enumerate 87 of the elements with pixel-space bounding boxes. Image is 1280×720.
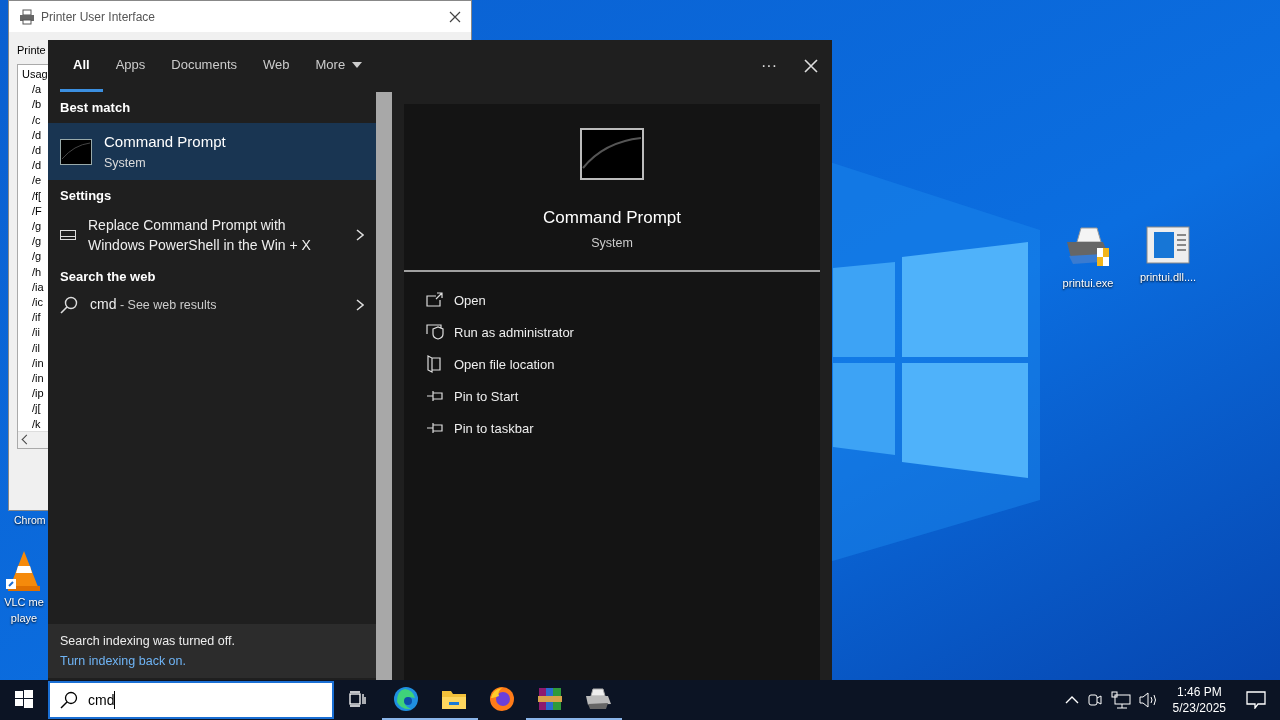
field-label: Printe bbox=[17, 44, 46, 56]
option-text: /F bbox=[32, 203, 42, 219]
option-text: /ii bbox=[32, 325, 40, 341]
app-title: Command Prompt bbox=[543, 208, 681, 228]
shield-icon bbox=[426, 324, 444, 340]
open-window-icon bbox=[426, 292, 444, 308]
scrollbar[interactable] bbox=[376, 92, 392, 680]
section-heading: Settings bbox=[59, 187, 113, 205]
option-text: /g bbox=[32, 249, 42, 265]
option-text: /if bbox=[32, 310, 41, 326]
option-text: /e bbox=[32, 173, 42, 189]
pin-icon bbox=[426, 390, 444, 402]
tab[interactable]: Web bbox=[250, 40, 303, 92]
document-icon bbox=[426, 355, 444, 373]
terminal-icon bbox=[580, 128, 644, 180]
icon-label: Chrom bbox=[14, 513, 46, 527]
option-text: /ip bbox=[32, 386, 44, 402]
action-item[interactable]: Open bbox=[426, 286, 486, 314]
speaker-icon[interactable] bbox=[1138, 692, 1159, 708]
indexing-link[interactable]: Turn indexing back on. bbox=[60, 654, 186, 668]
network-icon[interactable] bbox=[1110, 691, 1131, 709]
result-item[interactable]: Command Prompt System bbox=[48, 123, 376, 180]
notification-icon[interactable] bbox=[1246, 691, 1266, 709]
task-view-icon bbox=[349, 691, 367, 707]
swirl-logo-icon bbox=[393, 686, 419, 712]
close-icon[interactable] bbox=[449, 10, 461, 23]
tab[interactable]: Documents bbox=[158, 40, 250, 92]
app-subtitle: System bbox=[591, 236, 633, 250]
clock-time[interactable]: 1:46 PM bbox=[1176, 685, 1222, 699]
laptop-icon bbox=[60, 230, 76, 240]
option-text: /f[ bbox=[32, 188, 42, 204]
search-icon bbox=[60, 295, 78, 314]
option-text: /ia bbox=[32, 279, 44, 295]
more-options-button[interactable]: ··· bbox=[748, 40, 790, 92]
action-item[interactable]: Run as administrator bbox=[426, 318, 574, 346]
desktop-icon[interactable]: printui.exe bbox=[1052, 226, 1124, 290]
option-text: /a bbox=[32, 82, 42, 98]
action-item[interactable]: Open file location bbox=[426, 350, 555, 378]
option-text: /b bbox=[32, 97, 42, 113]
traffic-cone-icon bbox=[6, 549, 42, 593]
desktop-shortcut[interactable]: VLC me playe bbox=[0, 549, 48, 625]
usage-text: Usag bbox=[22, 67, 48, 82]
option-text: /in bbox=[32, 371, 44, 387]
option-text: /g bbox=[32, 219, 42, 235]
close-icon bbox=[804, 59, 818, 73]
caret-icon bbox=[352, 61, 363, 68]
tab[interactable]: More bbox=[302, 40, 376, 92]
fox-globe-icon bbox=[489, 686, 515, 712]
action-item[interactable]: Pin to Start bbox=[426, 382, 519, 410]
window-title: Printer User Interface bbox=[41, 9, 157, 24]
notice-text: Search indexing was turned off. bbox=[60, 634, 236, 648]
tab[interactable]: All bbox=[60, 40, 103, 92]
tab[interactable]: Apps bbox=[102, 40, 159, 92]
chevron-up-icon[interactable] bbox=[1064, 695, 1079, 705]
pin-icon bbox=[426, 422, 444, 434]
option-text: /in bbox=[32, 355, 44, 371]
terminal-icon bbox=[60, 138, 92, 165]
printer-icon bbox=[19, 8, 35, 25]
settings-result[interactable]: Replace Command Prompt with Windows PowerShell in the Win + X bbox=[48, 211, 376, 261]
chevron-right-icon bbox=[356, 298, 364, 311]
clock-date[interactable]: 5/23/2025 bbox=[1172, 701, 1226, 715]
result-subtitle: System bbox=[104, 156, 147, 170]
document-window-icon bbox=[1146, 226, 1190, 264]
search-field[interactable]: cmd bbox=[48, 681, 334, 719]
action-item[interactable]: Pin to taskbar bbox=[426, 414, 534, 442]
option-text: /g bbox=[32, 234, 42, 250]
option-text: /d bbox=[32, 143, 42, 158]
desktop-icon[interactable]: printui.dll.... bbox=[1132, 226, 1204, 290]
option-text: /ic bbox=[32, 295, 43, 311]
web-result[interactable]: cmd - See web results bbox=[48, 292, 376, 321]
section-heading: Search the web bbox=[59, 268, 157, 286]
result-title: Command Prompt bbox=[104, 133, 226, 150]
option-text: /d bbox=[32, 127, 42, 143]
option-text: /k bbox=[32, 416, 41, 432]
chevron-right-icon bbox=[356, 229, 364, 241]
option-text: /c bbox=[32, 112, 41, 128]
archive-books-icon bbox=[538, 686, 562, 712]
search-icon bbox=[60, 691, 78, 709]
folder-icon bbox=[441, 688, 467, 710]
option-text: /j[ bbox=[32, 401, 41, 417]
option-text: /h bbox=[32, 264, 42, 280]
printer-icon bbox=[584, 688, 612, 710]
camera-icon[interactable] bbox=[1086, 691, 1103, 709]
section-heading: Best match bbox=[59, 99, 132, 117]
option-text: /il bbox=[32, 340, 40, 356]
windows-icon bbox=[15, 690, 33, 708]
option-text: /d bbox=[32, 158, 42, 174]
